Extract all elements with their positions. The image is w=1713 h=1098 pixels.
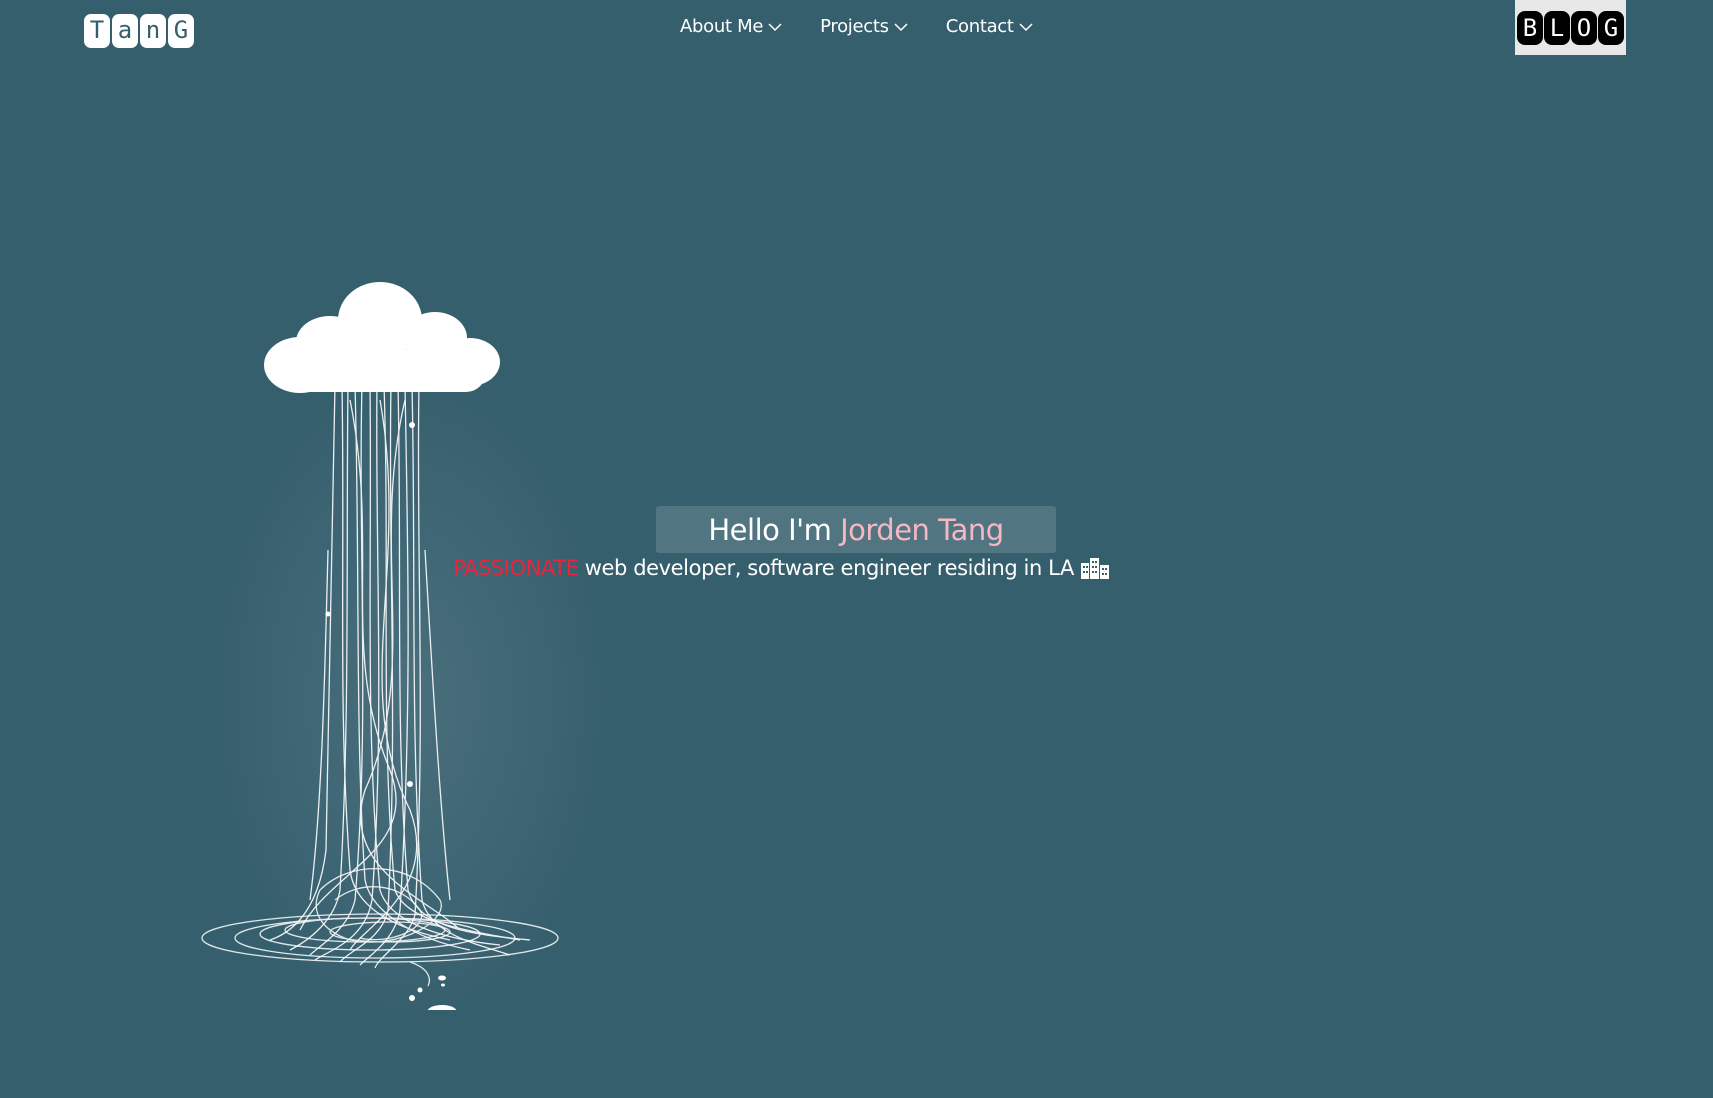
logo[interactable]: T a n G: [84, 14, 194, 48]
chevron-down-icon: [1019, 22, 1033, 31]
blog-button[interactable]: B L O G: [1515, 0, 1626, 55]
cloud-rain-illustration: [201, 282, 610, 1010]
blog-letter: B: [1517, 10, 1543, 45]
nav-label: About Me: [680, 16, 764, 37]
logo-letter: G: [168, 14, 194, 48]
city-buildings-icon: [1080, 558, 1109, 579]
logo-letter: a: [112, 14, 138, 48]
hero-greeting: Hello I'm: [708, 512, 832, 547]
tagline-text: web developer, software engineer residin…: [584, 556, 1075, 580]
blog-letter: L: [1544, 10, 1570, 45]
nav-item-about-me[interactable]: About Me: [680, 16, 782, 37]
hero-title: Hello I'm Jorden Tang: [708, 512, 1004, 547]
nav-label: Contact: [945, 16, 1014, 37]
logo-letter: T: [84, 14, 110, 48]
main-nav: About Me Projects Contact: [680, 16, 1033, 37]
nav-label: Projects: [820, 16, 889, 37]
chevron-down-icon: [768, 22, 782, 31]
hero-subtitle: PASSIONATE web developer, software engin…: [0, 556, 1713, 580]
page: T a n G About Me Projects Contact B L O …: [0, 0, 1713, 1098]
blog-letter: O: [1571, 10, 1597, 45]
blog-letter: G: [1598, 10, 1624, 45]
nav-item-contact[interactable]: Contact: [946, 16, 1033, 37]
logo-letter: n: [140, 14, 166, 48]
chevron-down-icon: [894, 22, 908, 31]
highlight-word: PASSIONATE: [453, 556, 579, 580]
hero-title-box: Hello I'm Jorden Tang: [656, 506, 1056, 553]
hero-name: Jorden Tang: [840, 512, 1004, 547]
nav-item-projects[interactable]: Projects: [820, 16, 908, 37]
cloud-icon: [264, 282, 500, 393]
